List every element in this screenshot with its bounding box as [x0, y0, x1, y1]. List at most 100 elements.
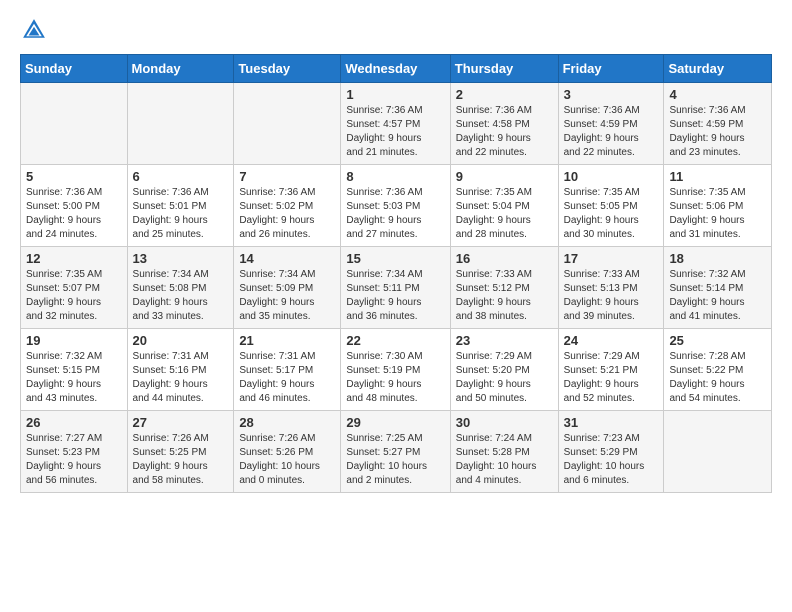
- day-info: Sunrise: 7:33 AM Sunset: 5:12 PM Dayligh…: [456, 268, 553, 324]
- day-info: Sunrise: 7:25 AM Sunset: 5:27 PM Dayligh…: [346, 432, 444, 488]
- day-number: 27: [133, 415, 229, 430]
- day-info: Sunrise: 7:35 AM Sunset: 5:07 PM Dayligh…: [26, 268, 122, 324]
- day-number: 20: [133, 333, 229, 348]
- calendar-cell: 13 Sunrise: 7:34 AM Sunset: 5:08 PM Dayli…: [127, 247, 234, 329]
- calendar-cell: 20 Sunrise: 7:31 AM Sunset: 5:16 PM Dayli…: [127, 329, 234, 411]
- day-number: 18: [669, 251, 766, 266]
- header: [20, 16, 772, 44]
- day-number: 7: [239, 169, 335, 184]
- calendar-cell: 28 Sunrise: 7:26 AM Sunset: 5:26 PM Dayli…: [234, 411, 341, 493]
- calendar-cell: 6 Sunrise: 7:36 AM Sunset: 5:01 PM Daylig…: [127, 165, 234, 247]
- calendar: SundayMondayTuesdayWednesdayThursdayFrid…: [20, 54, 772, 493]
- calendar-cell: 23 Sunrise: 7:29 AM Sunset: 5:20 PM Dayli…: [450, 329, 558, 411]
- day-number: 6: [133, 169, 229, 184]
- day-info: Sunrise: 7:29 AM Sunset: 5:20 PM Dayligh…: [456, 350, 553, 406]
- calendar-cell: 12 Sunrise: 7:35 AM Sunset: 5:07 PM Dayli…: [21, 247, 128, 329]
- day-info: Sunrise: 7:31 AM Sunset: 5:17 PM Dayligh…: [239, 350, 335, 406]
- calendar-cell: 30Sunrise: 7:24 AM Sunset: 5:28 PM Dayli…: [450, 411, 558, 493]
- calendar-week-2: 5 Sunrise: 7:36 AM Sunset: 5:00 PM Daylig…: [21, 165, 772, 247]
- day-number: 8: [346, 169, 444, 184]
- day-number: 22: [346, 333, 444, 348]
- calendar-cell: 5 Sunrise: 7:36 AM Sunset: 5:00 PM Daylig…: [21, 165, 128, 247]
- day-number: 17: [564, 251, 659, 266]
- day-number: 26: [26, 415, 122, 430]
- calendar-cell: [664, 411, 772, 493]
- calendar-cell: 17 Sunrise: 7:33 AM Sunset: 5:13 PM Dayli…: [558, 247, 664, 329]
- calendar-cell: 14 Sunrise: 7:34 AM Sunset: 5:09 PM Dayli…: [234, 247, 341, 329]
- day-number: 21: [239, 333, 335, 348]
- calendar-week-5: 26 Sunrise: 7:27 AM Sunset: 5:23 PM Dayli…: [21, 411, 772, 493]
- calendar-cell: 26 Sunrise: 7:27 AM Sunset: 5:23 PM Dayli…: [21, 411, 128, 493]
- day-info: Sunrise: 7:26 AM Sunset: 5:26 PM Dayligh…: [239, 432, 335, 488]
- calendar-cell: 10Sunrise: 7:35 AM Sunset: 5:05 PM Dayli…: [558, 165, 664, 247]
- weekday-header-thursday: Thursday: [450, 55, 558, 83]
- day-number: 12: [26, 251, 122, 266]
- day-number: 25: [669, 333, 766, 348]
- calendar-cell: 9Sunrise: 7:35 AM Sunset: 5:04 PM Daylig…: [450, 165, 558, 247]
- day-info: Sunrise: 7:24 AM Sunset: 5:28 PM Dayligh…: [456, 432, 553, 488]
- day-number: 1: [346, 87, 444, 102]
- day-number: 28: [239, 415, 335, 430]
- day-info: Sunrise: 7:36 AM Sunset: 5:00 PM Dayligh…: [26, 186, 122, 242]
- calendar-cell: [127, 83, 234, 165]
- day-info: Sunrise: 7:27 AM Sunset: 5:23 PM Dayligh…: [26, 432, 122, 488]
- calendar-cell: 4Sunrise: 7:36 AM Sunset: 4:59 PM Daylig…: [664, 83, 772, 165]
- day-info: Sunrise: 7:34 AM Sunset: 5:09 PM Dayligh…: [239, 268, 335, 324]
- day-info: Sunrise: 7:36 AM Sunset: 4:59 PM Dayligh…: [564, 104, 659, 160]
- day-info: Sunrise: 7:23 AM Sunset: 5:29 PM Dayligh…: [564, 432, 659, 488]
- day-number: 19: [26, 333, 122, 348]
- day-number: 23: [456, 333, 553, 348]
- calendar-cell: 2 Sunrise: 7:36 AM Sunset: 4:58 PM Daylig…: [450, 83, 558, 165]
- logo: [20, 16, 52, 44]
- day-info: Sunrise: 7:33 AM Sunset: 5:13 PM Dayligh…: [564, 268, 659, 324]
- calendar-cell: 21 Sunrise: 7:31 AM Sunset: 5:17 PM Dayli…: [234, 329, 341, 411]
- calendar-cell: 27Sunrise: 7:26 AM Sunset: 5:25 PM Dayli…: [127, 411, 234, 493]
- day-info: Sunrise: 7:32 AM Sunset: 5:15 PM Dayligh…: [26, 350, 122, 406]
- calendar-cell: 11Sunrise: 7:35 AM Sunset: 5:06 PM Dayli…: [664, 165, 772, 247]
- calendar-week-4: 19 Sunrise: 7:32 AM Sunset: 5:15 PM Dayli…: [21, 329, 772, 411]
- weekday-header-monday: Monday: [127, 55, 234, 83]
- weekday-header-saturday: Saturday: [664, 55, 772, 83]
- calendar-cell: 16 Sunrise: 7:33 AM Sunset: 5:12 PM Dayli…: [450, 247, 558, 329]
- day-info: Sunrise: 7:28 AM Sunset: 5:22 PM Dayligh…: [669, 350, 766, 406]
- day-info: Sunrise: 7:35 AM Sunset: 5:05 PM Dayligh…: [564, 186, 659, 242]
- day-number: 24: [564, 333, 659, 348]
- calendar-cell: 19 Sunrise: 7:32 AM Sunset: 5:15 PM Dayli…: [21, 329, 128, 411]
- day-info: Sunrise: 7:29 AM Sunset: 5:21 PM Dayligh…: [564, 350, 659, 406]
- calendar-cell: 3Sunrise: 7:36 AM Sunset: 4:59 PM Daylig…: [558, 83, 664, 165]
- day-number: 14: [239, 251, 335, 266]
- calendar-week-3: 12 Sunrise: 7:35 AM Sunset: 5:07 PM Dayli…: [21, 247, 772, 329]
- day-info: Sunrise: 7:36 AM Sunset: 5:01 PM Dayligh…: [133, 186, 229, 242]
- day-info: Sunrise: 7:36 AM Sunset: 5:02 PM Dayligh…: [239, 186, 335, 242]
- calendar-cell: 15 Sunrise: 7:34 AM Sunset: 5:11 PM Dayli…: [341, 247, 450, 329]
- day-number: 13: [133, 251, 229, 266]
- day-number: 5: [26, 169, 122, 184]
- weekday-header-friday: Friday: [558, 55, 664, 83]
- day-info: Sunrise: 7:35 AM Sunset: 5:04 PM Dayligh…: [456, 186, 553, 242]
- day-info: Sunrise: 7:36 AM Sunset: 4:58 PM Dayligh…: [456, 104, 553, 160]
- page: SundayMondayTuesdayWednesdayThursdayFrid…: [0, 0, 792, 509]
- calendar-cell: 18 Sunrise: 7:32 AM Sunset: 5:14 PM Dayli…: [664, 247, 772, 329]
- day-info: Sunrise: 7:32 AM Sunset: 5:14 PM Dayligh…: [669, 268, 766, 324]
- day-info: Sunrise: 7:34 AM Sunset: 5:08 PM Dayligh…: [133, 268, 229, 324]
- day-info: Sunrise: 7:35 AM Sunset: 5:06 PM Dayligh…: [669, 186, 766, 242]
- calendar-cell: 24 Sunrise: 7:29 AM Sunset: 5:21 PM Dayli…: [558, 329, 664, 411]
- calendar-cell: 1 Sunrise: 7:36 AM Sunset: 4:57 PM Daylig…: [341, 83, 450, 165]
- weekday-header-wednesday: Wednesday: [341, 55, 450, 83]
- day-info: Sunrise: 7:31 AM Sunset: 5:16 PM Dayligh…: [133, 350, 229, 406]
- day-number: 31: [564, 415, 659, 430]
- day-number: 29: [346, 415, 444, 430]
- calendar-cell: 8Sunrise: 7:36 AM Sunset: 5:03 PM Daylig…: [341, 165, 450, 247]
- day-number: 15: [346, 251, 444, 266]
- calendar-cell: 25 Sunrise: 7:28 AM Sunset: 5:22 PM Dayli…: [664, 329, 772, 411]
- calendar-cell: 31 Sunrise: 7:23 AM Sunset: 5:29 PM Dayli…: [558, 411, 664, 493]
- day-info: Sunrise: 7:36 AM Sunset: 4:59 PM Dayligh…: [669, 104, 766, 160]
- calendar-cell: 29 Sunrise: 7:25 AM Sunset: 5:27 PM Dayli…: [341, 411, 450, 493]
- weekday-header-sunday: Sunday: [21, 55, 128, 83]
- day-info: Sunrise: 7:36 AM Sunset: 4:57 PM Dayligh…: [346, 104, 444, 160]
- day-number: 2: [456, 87, 553, 102]
- weekday-header-row: SundayMondayTuesdayWednesdayThursdayFrid…: [21, 55, 772, 83]
- day-number: 16: [456, 251, 553, 266]
- calendar-cell: 22Sunrise: 7:30 AM Sunset: 5:19 PM Dayli…: [341, 329, 450, 411]
- day-info: Sunrise: 7:34 AM Sunset: 5:11 PM Dayligh…: [346, 268, 444, 324]
